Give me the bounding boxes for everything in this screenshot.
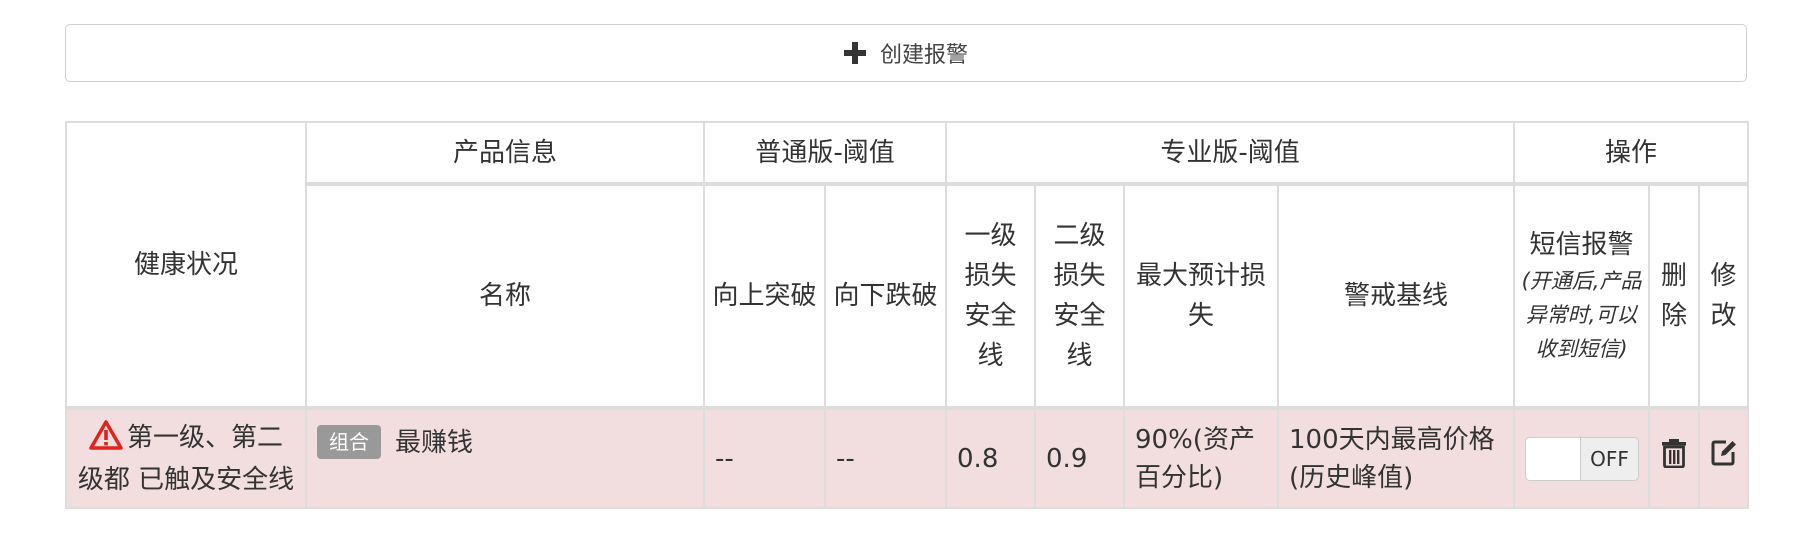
level1-value: 0.8 [945,407,1037,509]
up-break-value: -- [703,407,826,509]
warning-triangle-icon [89,419,123,461]
trash-icon[interactable] [1661,438,1687,468]
max-loss-header: 最大预计损失 [1123,183,1280,410]
down-break-value: -- [823,407,948,509]
alarm-table: 健康状况 产品信息 普通版-阈值 专业版-阈值 操作 名称 向上突破 向下跌破 … [65,121,1750,509]
level2-value: 0.9 [1034,407,1126,509]
sms-title: 短信报警 [1529,230,1634,260]
product-name: 最赚钱 [395,428,474,458]
edit-header: 修改 [1698,183,1750,410]
name-cell: 组合 最赚钱 [305,407,705,509]
combo-tag: 组合 [317,425,381,459]
edit-cell [1698,407,1750,509]
sms-cell: OFF [1513,407,1651,509]
sms-header: 短信报警 (开通后,产品异常时,可以收到短信) [1513,183,1651,410]
sms-note: (开通后,产品异常时,可以收到短信) [1521,269,1642,361]
delete-cell [1648,407,1701,509]
operations-header: 操作 [1513,121,1750,186]
up-break-header: 向上突破 [703,183,826,410]
delete-header: 删除 [1648,183,1701,410]
table-row: 第一级、第二级都 已触及安全线 组合 最赚钱 -- -- 0.8 0.9 90%(… [65,407,1750,509]
max-loss-value: 90%(资产百分比) [1123,407,1280,509]
toggle-knob [1526,437,1582,480]
normal-threshold-header: 普通版-阈值 [702,121,948,186]
name-header: 名称 [305,183,705,410]
health-header: 健康状况 [65,121,307,410]
pro-threshold-header: 专业版-阈值 [945,121,1516,186]
baseline-value: 100天内最高价格(历史峰值) [1277,407,1516,509]
health-cell: 第一级、第二级都 已触及安全线 [65,407,307,509]
create-alarm-button[interactable]: 创建报警 [65,24,1747,82]
level1-header: 一级损失安全线 [945,183,1037,410]
sms-toggle[interactable]: OFF [1525,436,1640,481]
down-break-header: 向下跌破 [823,183,948,410]
create-alarm-label: 创建报警 [879,43,968,68]
product-info-header: 产品信息 [305,121,705,186]
toggle-state: OFF [1581,437,1639,480]
plus-icon [843,42,866,64]
edit-icon[interactable] [1710,439,1738,467]
baseline-header: 警戒基线 [1277,183,1516,410]
level2-header: 二级损失安全线 [1034,183,1126,410]
